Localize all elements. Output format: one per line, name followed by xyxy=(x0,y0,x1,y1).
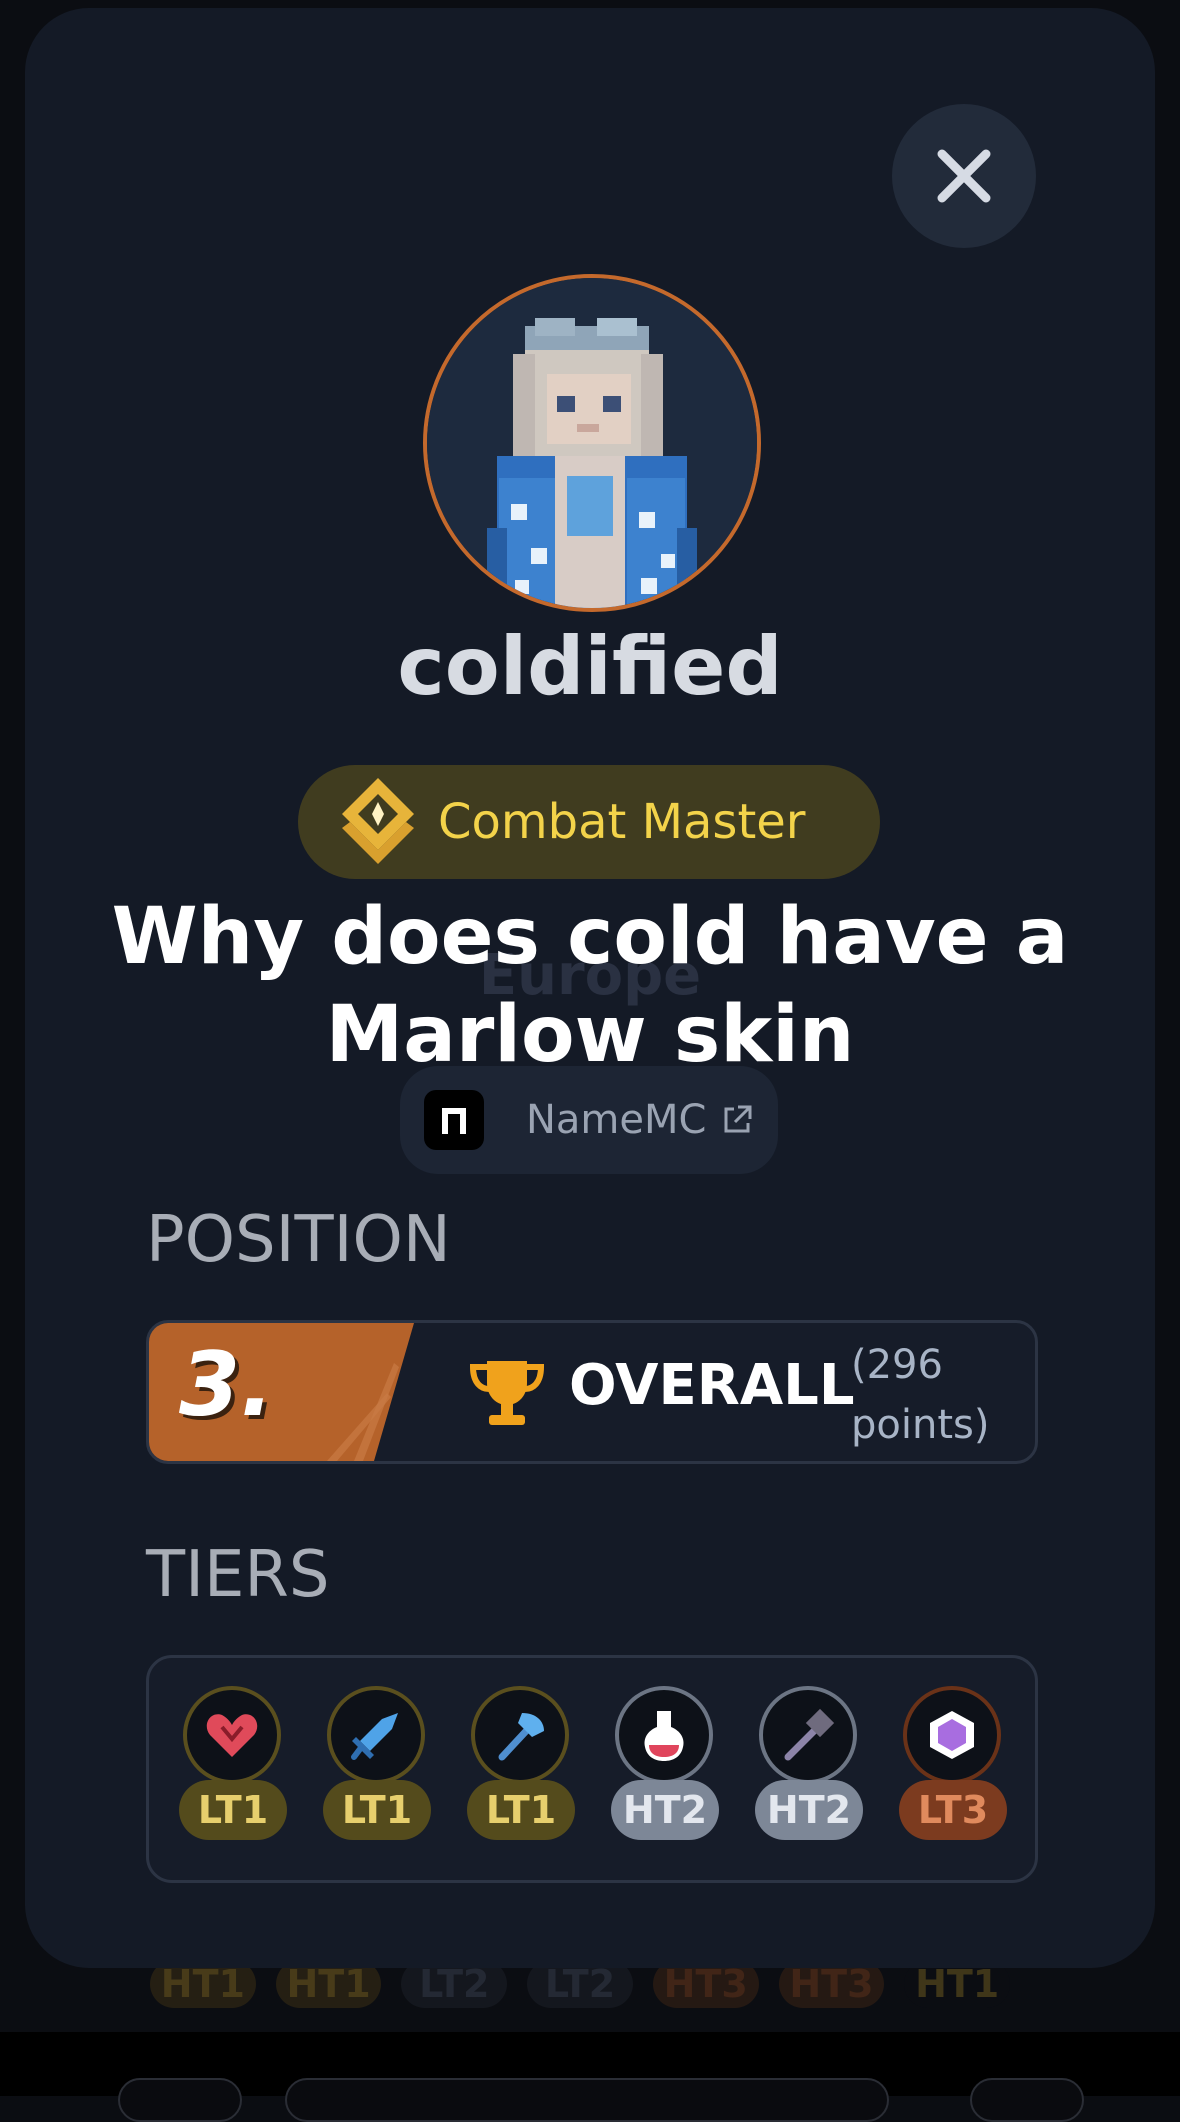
namemc-logo-icon xyxy=(424,1090,484,1150)
tier-badge: LT3 xyxy=(899,1780,1007,1840)
close-icon xyxy=(937,149,991,203)
trophy-icon xyxy=(469,1361,545,1425)
avatar xyxy=(423,274,761,612)
username: coldified xyxy=(397,620,783,713)
combat-master-diamond-icon xyxy=(342,778,414,864)
tier-badge: HT2 xyxy=(611,1780,719,1840)
mace-icon xyxy=(759,1686,857,1784)
video-caption-overlay: Why does cold have a Marlow skin xyxy=(25,888,1155,1084)
tier-item-axe[interactable]: LT1 xyxy=(467,1686,575,1846)
tier-item-mace[interactable]: HT2 xyxy=(755,1686,863,1846)
background-chip xyxy=(118,2078,242,2122)
minecraft-skin-avatar xyxy=(427,278,757,608)
points-line: (296 xyxy=(851,1342,943,1388)
tier-badge: LT1 xyxy=(467,1780,575,1840)
background-chip xyxy=(285,2078,889,2122)
rank-title-badge: Combat Master xyxy=(298,765,880,879)
tier-badge: HT2 xyxy=(755,1780,863,1840)
points-value: (296 points) xyxy=(851,1335,1031,1455)
close-button[interactable] xyxy=(892,104,1036,248)
potion-icon xyxy=(615,1686,713,1784)
namemc-label: NameMC xyxy=(526,1097,707,1143)
heart-icon xyxy=(183,1686,281,1784)
sword-icon xyxy=(327,1686,425,1784)
external-link-icon xyxy=(724,1105,752,1133)
player-profile-modal: coldified Combat Master Europe Why does … xyxy=(25,8,1155,1968)
caption-line: Why does cold have a xyxy=(111,892,1069,982)
tier-item-vanilla[interactable]: LT1 xyxy=(179,1686,287,1846)
tier-item-sword[interactable]: LT1 xyxy=(323,1686,431,1846)
tier-item-crystal[interactable]: LT3 xyxy=(899,1686,1007,1846)
tier-badge: LT1 xyxy=(323,1780,431,1840)
tier-item-potion[interactable]: HT2 xyxy=(611,1686,719,1846)
tier-badge: LT1 xyxy=(179,1780,287,1840)
position-overall-card[interactable]: 3. OVERALL (296 points) xyxy=(146,1320,1038,1464)
rank-title-label: Combat Master xyxy=(438,794,806,850)
position-section-title: POSITION xyxy=(146,1203,451,1277)
background-chip xyxy=(970,2078,1084,2122)
tiers-card: LT1 LT1 LT1 HT2 HT2 LT3 xyxy=(146,1655,1038,1883)
namemc-link-button[interactable]: NameMC xyxy=(400,1066,778,1174)
crystal-icon xyxy=(903,1686,1001,1784)
rank-number: 3. xyxy=(179,1333,274,1436)
points-line: points) xyxy=(851,1402,990,1448)
overall-label: OVERALL xyxy=(569,1353,855,1418)
tiers-section-title: TIERS xyxy=(146,1538,330,1612)
axe-icon xyxy=(471,1686,569,1784)
